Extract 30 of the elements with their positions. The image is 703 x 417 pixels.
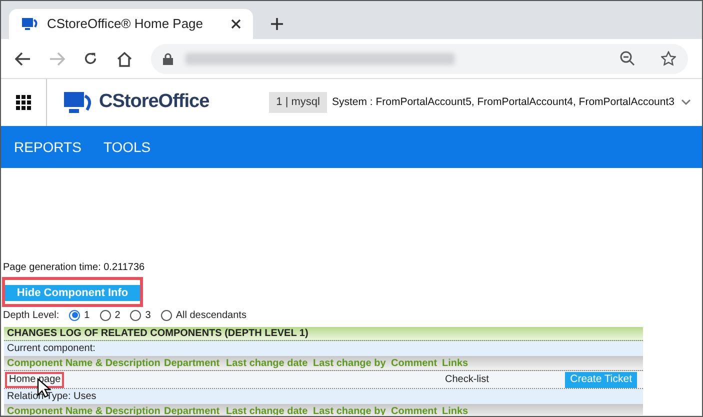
- section-caption: Relation Type: Uses: [4, 389, 643, 404]
- radio-label: 1: [84, 308, 90, 322]
- database-badge: 1 | mysql: [269, 92, 327, 113]
- column-header: Comment: [391, 404, 438, 416]
- radio-label: All descendants: [176, 308, 246, 322]
- column-header: Department: [164, 404, 221, 416]
- column-header: Department: [164, 356, 221, 370]
- create-ticket-button[interactable]: Create Ticket: [565, 372, 637, 388]
- hide-info-button[interactable]: Hide Component Info: [5, 285, 140, 301]
- table-title: CHANGES LOG OF RELATED COMPONENTS (DEPTH LEVEL 1): [4, 327, 643, 341]
- logo-text: CStoreOffice: [99, 90, 210, 114]
- column-header: Links: [442, 404, 470, 416]
- browser-tab[interactable]: CStoreOffice® Home Page: [9, 9, 253, 39]
- tab-title: CStoreOffice® Home Page: [47, 15, 204, 34]
- column-header: Component Name & Description: [7, 356, 162, 370]
- column-header: Last change date: [226, 404, 309, 416]
- column-header: Last change date: [226, 356, 309, 370]
- column-header: Last change by: [313, 356, 387, 370]
- column-header: Comment: [391, 356, 438, 370]
- depth-label: Depth Level:: [3, 308, 60, 322]
- radio-label: 3: [145, 308, 151, 322]
- page-generation-time: Page generation time: 0.211736: [2, 261, 146, 275]
- section-caption: Current component:: [4, 341, 643, 356]
- radio-label: 2: [114, 308, 120, 322]
- nav-link[interactable]: TOOLS: [103, 136, 151, 158]
- nav-link[interactable]: REPORTS: [14, 136, 82, 158]
- column-header: Component Name & Description: [7, 404, 162, 416]
- department-cell-text: Check-list: [445, 373, 489, 387]
- column-header: Links: [442, 356, 470, 370]
- system-accounts: System : FromPortalAccount5, FromPortalAccount4, FromPortalAccount3: [332, 94, 674, 110]
